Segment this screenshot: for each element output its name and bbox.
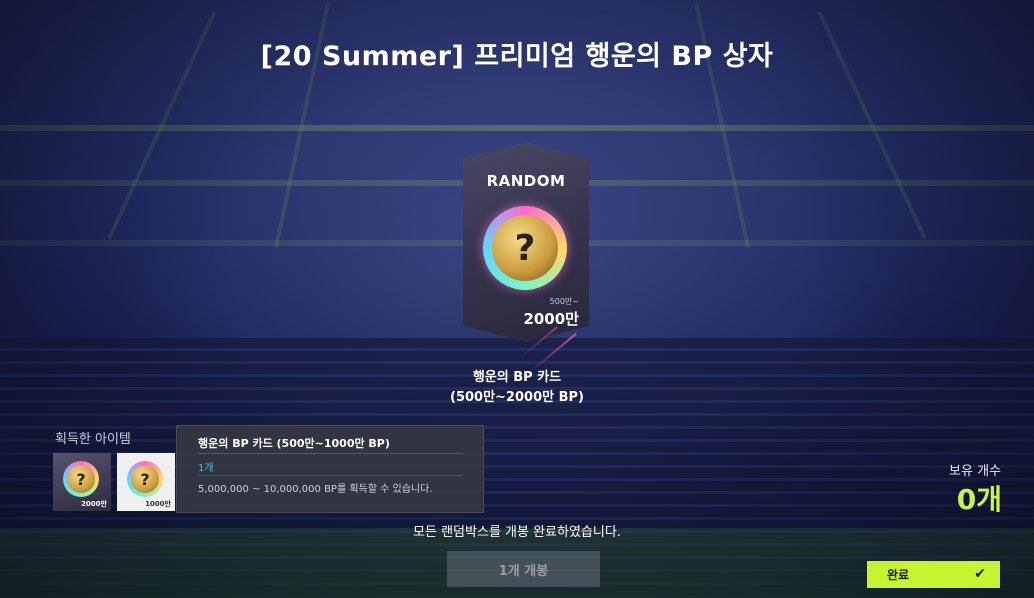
acquired-item[interactable]: ? 2000만 [53, 453, 111, 511]
card-label: RANDOM [486, 172, 566, 190]
acquired-item-value: 2000만 [81, 500, 107, 508]
tooltip-count: 1개 [198, 463, 214, 474]
check-icon: ✔ [974, 566, 986, 582]
complete-button[interactable]: 완료 ✔ [867, 561, 1000, 588]
divider [198, 453, 463, 454]
owned-count: 0개 [956, 483, 1002, 516]
card-range-text: (500만~2000만 BP) [450, 390, 584, 405]
acquired-item[interactable]: ? 1000만 [117, 453, 175, 511]
tooltip-description: 5,000,000 ~ 10,000,000 BP를 획득할 수 있습니다. [198, 484, 433, 495]
completion-message: 모든 랜덤박스를 개봉 완료하였습니다. [413, 525, 621, 540]
open-one-button[interactable]: 1개 개봉 [447, 551, 600, 587]
item-tooltip: 행운의 BP 카드 (500만~1000만 BP) 1개 5,000,000 ~… [176, 425, 484, 513]
acquired-items-label: 획득한 아이템 [55, 432, 131, 447]
card-range-max: 2000만 [523, 310, 579, 328]
card-name: 행운의 BP 카드 [472, 370, 562, 385]
complete-button-label: 완료 [887, 568, 910, 582]
random-card: RANDOM ? 500만~ 2000만 [463, 142, 589, 374]
tooltip-title: 행운의 BP 카드 (500만~1000만 BP) [198, 437, 390, 450]
question-mark-coin-icon: ? [483, 206, 567, 290]
question-mark-coin-icon: ? [127, 461, 163, 497]
page-title: [20 Summer] 프리미엄 행운의 BP 상자 [260, 41, 774, 72]
acquired-item-value: 1000만 [145, 500, 171, 508]
question-mark-coin-icon: ? [63, 461, 99, 497]
owned-count-label: 보유 개수 [949, 464, 1001, 479]
card-range-min: 500만~ [549, 297, 579, 306]
divider [198, 475, 463, 476]
